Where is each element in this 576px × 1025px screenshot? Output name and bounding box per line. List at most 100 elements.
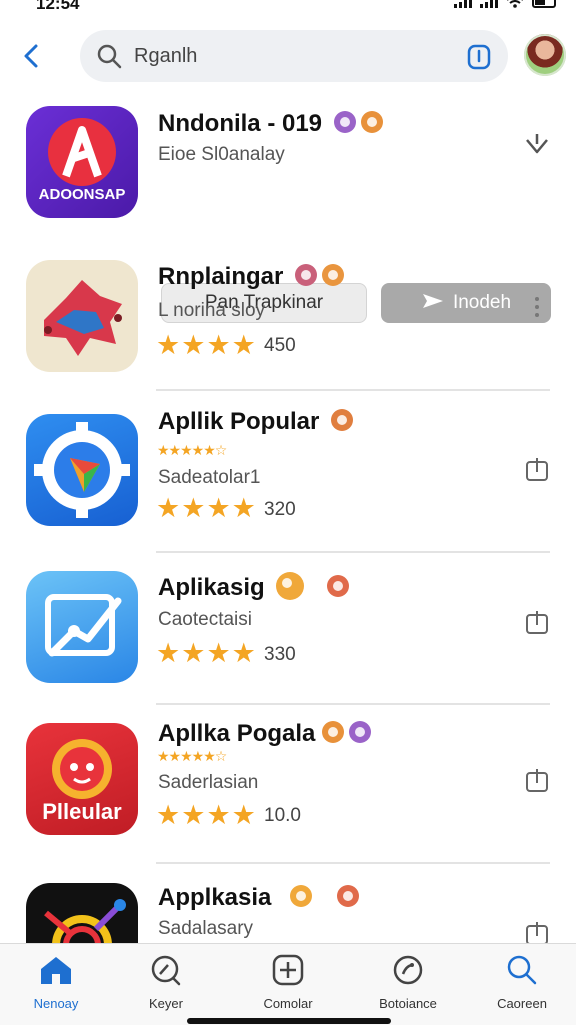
app-title: Rnplaingar <box>158 263 345 291</box>
award-badge-icon <box>322 263 345 286</box>
search-row: Rganlh <box>0 28 576 84</box>
search-icon <box>97 44 122 69</box>
star-icon: ★ <box>206 493 231 523</box>
search-icon <box>507 955 537 985</box>
app-title: Apllik Popular <box>158 408 354 436</box>
verified-badge-icon <box>336 884 359 907</box>
app-subtitle: Saderlasian <box>158 772 259 793</box>
star-icon: ★ <box>156 330 181 360</box>
divider <box>156 703 550 705</box>
mascot-logo-icon <box>44 280 122 356</box>
share-icon[interactable] <box>524 609 550 635</box>
app-icon <box>26 414 138 526</box>
home-indicator <box>187 1018 391 1024</box>
list-item[interactable]: Plleular Apllka Pogala ★★★★★☆ Saderlasia… <box>0 716 576 866</box>
app-icon <box>26 883 138 943</box>
tab-discover[interactable]: Keyer <box>116 954 216 1011</box>
star-rating: ★ ★ ★ ★ <box>156 495 257 522</box>
featured-title: Nndonila - 019 <box>158 110 383 138</box>
star-icon: ★ <box>181 638 206 668</box>
star-icon: ★ <box>231 638 256 668</box>
gear-logo-icon <box>34 422 130 518</box>
tab-search[interactable]: Caoreen <box>472 954 572 1011</box>
crown-badge-icon <box>276 571 305 600</box>
award-badge-icon <box>322 720 345 743</box>
status-icons <box>454 0 556 8</box>
star-icon: ★ <box>156 800 181 830</box>
discover-icon <box>151 955 181 986</box>
divider <box>156 862 550 864</box>
battery-icon <box>532 0 556 8</box>
share-icon[interactable] <box>524 920 550 943</box>
star-icon: ★ <box>181 493 206 523</box>
app-subtitle: Sadeatolar1 <box>158 467 261 488</box>
status-bar: 12:54 <box>0 0 576 14</box>
rating-count: 450 <box>264 335 296 356</box>
cellular-signal-icon <box>454 0 472 8</box>
tab-balance[interactable]: Botoiance <box>358 954 458 1011</box>
star-icon: ★ <box>181 330 206 360</box>
app-subtitle: Caotectaisi <box>158 609 252 630</box>
featured-subtitle: Eioe Sl0analay <box>158 144 285 165</box>
star-icon: ★ <box>231 800 256 830</box>
star-icon: ★ <box>156 493 181 523</box>
avatar[interactable] <box>524 34 566 76</box>
back-button[interactable] <box>18 40 46 72</box>
search-input[interactable]: Rganlh <box>80 30 508 82</box>
app-title: Applkasia <box>158 884 359 912</box>
app-icon-label: Plleular <box>42 799 122 824</box>
status-time: 12:54 <box>36 0 80 13</box>
tab-home[interactable]: Nenoay <box>6 954 106 1011</box>
divider <box>156 551 550 553</box>
app-icon: Plleular <box>26 723 138 835</box>
list-item[interactable]: Rnplaingar L norina sloy ★ ★ ★ ★ 450 <box>0 255 576 391</box>
verified-badge-icon <box>331 408 354 431</box>
verified-badge-icon <box>295 263 318 286</box>
app-icon <box>26 571 138 683</box>
featured-app-icon: ADOONSAP <box>26 106 138 218</box>
verified-badge-icon <box>333 110 356 133</box>
app-subtitle: Sadalasary <box>158 918 254 939</box>
app-title: Aplikasig <box>158 571 350 603</box>
star-icon: ★ <box>181 800 206 830</box>
balance-icon <box>393 955 423 985</box>
star-rating: ★ ★ ★ ★ <box>156 802 257 829</box>
rating-count: 10.0 <box>264 805 301 826</box>
more-options-icon[interactable] <box>524 295 550 321</box>
plus-icon <box>272 954 304 986</box>
signal-strength-icon <box>480 0 498 8</box>
clipboard-icon[interactable] <box>466 42 492 70</box>
share-icon[interactable] <box>524 456 550 482</box>
app-title: Apllka Pogala <box>158 720 372 748</box>
star-icon: ★ <box>231 493 256 523</box>
app-icon <box>26 260 138 372</box>
star-icon: ★ <box>156 638 181 668</box>
share-icon[interactable] <box>524 767 550 793</box>
star-icon: ★ <box>206 330 231 360</box>
star-icon: ★ <box>231 330 256 360</box>
ring-logo-icon <box>44 899 126 943</box>
star-rating: ★ ★ ★ ★ <box>156 640 257 667</box>
list-item[interactable]: Aplikasig Caotectaisi ★ ★ ★ ★ 330 <box>0 566 576 706</box>
star-icon: ★ <box>206 638 231 668</box>
rating-count: 320 <box>264 499 296 520</box>
award-badge-icon <box>360 110 383 133</box>
verified-badge-icon <box>349 720 372 743</box>
download-icon[interactable] <box>524 130 550 156</box>
home-icon <box>41 957 71 984</box>
rating-count: 330 <box>264 644 296 665</box>
award-badge-icon <box>327 574 350 597</box>
chart-logo-icon <box>45 594 122 657</box>
star-rating: ★ ★ ★ ★ <box>156 332 257 359</box>
award-badge-icon <box>290 884 313 907</box>
featured-icon-label: ADOONSAP <box>38 186 126 203</box>
mini-star-rating: ★★★★★☆ <box>157 748 227 764</box>
mini-star-rating: ★★★★★☆ <box>157 442 227 458</box>
tab-create[interactable]: Comolar <box>238 954 338 1011</box>
tab-bar: Nenoay Keyer Comolar Botoiance Caoreen <box>0 943 576 1025</box>
app-subtitle: L norina sloy <box>158 300 266 321</box>
search-query: Rganlh <box>134 45 198 67</box>
list-item[interactable]: Applkasia Sadalasary <box>0 878 576 943</box>
list-item[interactable]: Apllik Popular ★★★★★☆ Sadeatolar1 ★ ★ ★ ★ 3… <box>0 404 576 554</box>
featured-app[interactable]: ADOONSAP Nndonila - 019 Eioe Sl0analay P… <box>0 100 576 323</box>
